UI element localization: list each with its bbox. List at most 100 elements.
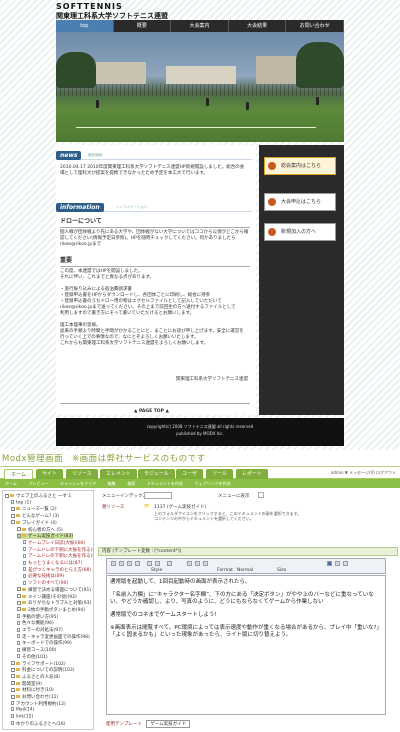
content-editor[interactable]: 通常版を起動して、1回目起動時の画面が表示されたら、 「名前入力欄」に“キャラク… [106, 575, 386, 715]
tab-module[interactable]: モジュール [138, 469, 175, 479]
tree-item[interactable]: キーボードでの操作(99) [17, 640, 72, 646]
tree-item[interactable]: link(15) [11, 714, 33, 720]
expand-toggle-icon[interactable] [17, 607, 21, 612]
tree-item[interactable]: ソフトのすべて(90) [23, 580, 68, 586]
tree-item[interactable]: 必要な技術は(89) [23, 573, 64, 579]
tree-item[interactable]: アカウント利用規約(12) [11, 701, 66, 707]
bold-button[interactable] [187, 561, 192, 566]
tree-item[interactable]: アームドレの下側に大振を作る(85) [23, 547, 93, 553]
tab-home[interactable]: ホーム [4, 469, 33, 479]
tree-item[interactable]: プレイガイド (4) [11, 520, 57, 526]
source-button[interactable] [111, 561, 116, 566]
italic-button[interactable] [195, 561, 200, 566]
expand-toggle-icon[interactable] [11, 661, 15, 665]
tree-item[interactable]: 練習コース(100) [17, 647, 56, 653]
nav-item-results[interactable]: 大会結果 [229, 20, 287, 32]
expand-toggle-icon[interactable] [17, 527, 21, 531]
style-dropdown[interactable]: Style [151, 568, 162, 573]
document-icon [23, 547, 26, 552]
tree-item[interactable]: 2枚の手動ボタンまとめ(94) [17, 607, 85, 613]
menu-hide-checkbox[interactable] [258, 492, 264, 498]
expand-toggle-icon[interactable] [11, 681, 15, 686]
expand-toggle-icon[interactable] [5, 493, 9, 498]
expand-toggle-icon[interactable] [17, 600, 21, 605]
user-menu[interactable]: admin ▼ メッセージ(0) ログアウト [331, 470, 396, 476]
tree-item[interactable]: お問い合わせ(11) [11, 694, 58, 700]
nav-item-contact[interactable]: お問い合わせ [286, 20, 344, 32]
size-dropdown[interactable]: Size [277, 568, 286, 573]
expand-toggle-icon[interactable] [11, 674, 15, 679]
align-right-button[interactable] [343, 561, 348, 566]
tree-item[interactable]: ふるさとの人気(8) [11, 674, 60, 680]
tree-item[interactable]: エラーの対処法(97) [17, 627, 63, 633]
tree-item[interactable]: 手動の使い方(95) [17, 614, 58, 620]
tree-item[interactable]: ゲーム実技ガイド(83) [17, 533, 74, 540]
nav-item-tournament-info[interactable]: 大会案内 [171, 20, 229, 32]
tree-item[interactable]: ゆかりのふるさとへ(16) [11, 721, 66, 727]
tree-item[interactable]: ウェブ上のふるさと 一す 1 [5, 493, 71, 499]
tree-item[interactable]: ありがちなトラブルと対策(93) [17, 600, 91, 606]
tree-item[interactable]: 料金についての説明(103) [11, 667, 74, 673]
tab-user[interactable]: ユーザ [176, 469, 203, 479]
expand-toggle-icon[interactable] [11, 694, 15, 699]
tree-item[interactable]: Mail(14) [11, 707, 34, 713]
tree-item[interactable]: top (1) [11, 499, 31, 505]
tab-tools[interactable]: ツール [206, 469, 234, 479]
undo-button[interactable] [147, 561, 152, 566]
tree-item[interactable]: アームドレの下側に大振を作る(86) [23, 553, 93, 559]
tree-item[interactable]: 差がつくキャラのとらえ方(88) [23, 567, 91, 573]
cut-button[interactable] [119, 561, 124, 566]
tree-item[interactable]: 材料に付き(10) [11, 687, 54, 693]
side-button-general-meeting[interactable]: 総会案内はこちら [264, 157, 336, 175]
page-top-link[interactable]: ▲ PAGE TOP ▲ [134, 409, 169, 414]
expand-toggle-icon[interactable] [17, 587, 21, 592]
tree-item[interactable]: 初心者の方へ (5) [17, 527, 63, 533]
align-left-button[interactable] [327, 561, 332, 566]
subnav-search[interactable]: 検索 [122, 479, 140, 488]
subnav-preview[interactable]: プレビュー [23, 479, 53, 488]
tab-site[interactable]: サイト [36, 469, 64, 479]
align-center-button[interactable] [335, 561, 340, 566]
nav-item-top[interactable]: top [56, 20, 114, 32]
tree-item[interactable]: 練習で決める場面について(91) [17, 587, 91, 593]
folder-icon[interactable]: 📁 [144, 504, 150, 509]
tab-report[interactable]: レポート [236, 469, 269, 479]
site-logo[interactable]: SOFTTENNIS [56, 2, 123, 11]
side-button-new-member[interactable]: 新規加入の方へ [264, 223, 336, 241]
tree-item[interactable]: 開発室(9) [11, 681, 42, 687]
redo-button[interactable] [155, 561, 160, 566]
format-dropdown[interactable]: Normal [237, 568, 253, 573]
tree-item[interactable]: どんなゲーム? (3) [11, 513, 59, 519]
tree-item[interactable]: メイン講座(その他)(92) [17, 594, 77, 600]
resource-tree[interactable]: ウェブ上のふるさと 一す 1 top (1) ニュース一覧 (2) どんなゲーム? (… [2, 490, 94, 730]
tree-item[interactable]: 色々な機能(96) [17, 620, 54, 626]
find-button[interactable] [167, 561, 172, 566]
subnav-home[interactable]: ホーム [0, 479, 22, 488]
menu-index-input[interactable] [144, 492, 172, 499]
tree-item[interactable]: ゲームプレイ日誌(大振)(84) [23, 540, 85, 546]
expand-toggle-icon[interactable] [11, 513, 15, 518]
side-button-entry[interactable]: 大会申込はこちら [264, 193, 336, 211]
expand-toggle-icon[interactable] [17, 533, 21, 538]
tree-item[interactable]: その他(101) [17, 654, 48, 660]
subnav-clear-cache[interactable]: キャッシュをクリア [55, 479, 101, 488]
tree-item[interactable]: 走・キャラ変更画面での操作(98) [17, 634, 90, 640]
copy-button[interactable] [127, 561, 132, 566]
expand-toggle-icon[interactable] [11, 687, 15, 692]
tree-item[interactable]: ライフサポート(102) [11, 661, 66, 667]
paste-button[interactable] [135, 561, 140, 566]
subnav-new-weblink[interactable]: ウェブリンクを作成 [189, 479, 235, 488]
nav-item-overview[interactable]: 概要 [114, 20, 172, 32]
underline-button[interactable] [203, 561, 208, 566]
tree-item[interactable]: ニュース一覧 (2) [11, 506, 57, 512]
tree-item[interactable]: もっとうまくなるには(87) [23, 560, 82, 566]
subnav-edit[interactable]: 編集 [103, 479, 121, 488]
tab-element[interactable]: エレメント [100, 469, 138, 479]
expand-toggle-icon[interactable] [11, 520, 15, 525]
expand-toggle-icon[interactable] [11, 667, 15, 672]
tab-resource[interactable]: リソース [66, 469, 98, 479]
expand-toggle-icon[interactable] [11, 506, 15, 511]
expand-toggle-icon[interactable] [17, 594, 21, 598]
subnav-new-doc[interactable]: ドキュメントを作成 [142, 479, 188, 488]
template-select[interactable]: ゲーム実技ガイド [146, 720, 191, 728]
